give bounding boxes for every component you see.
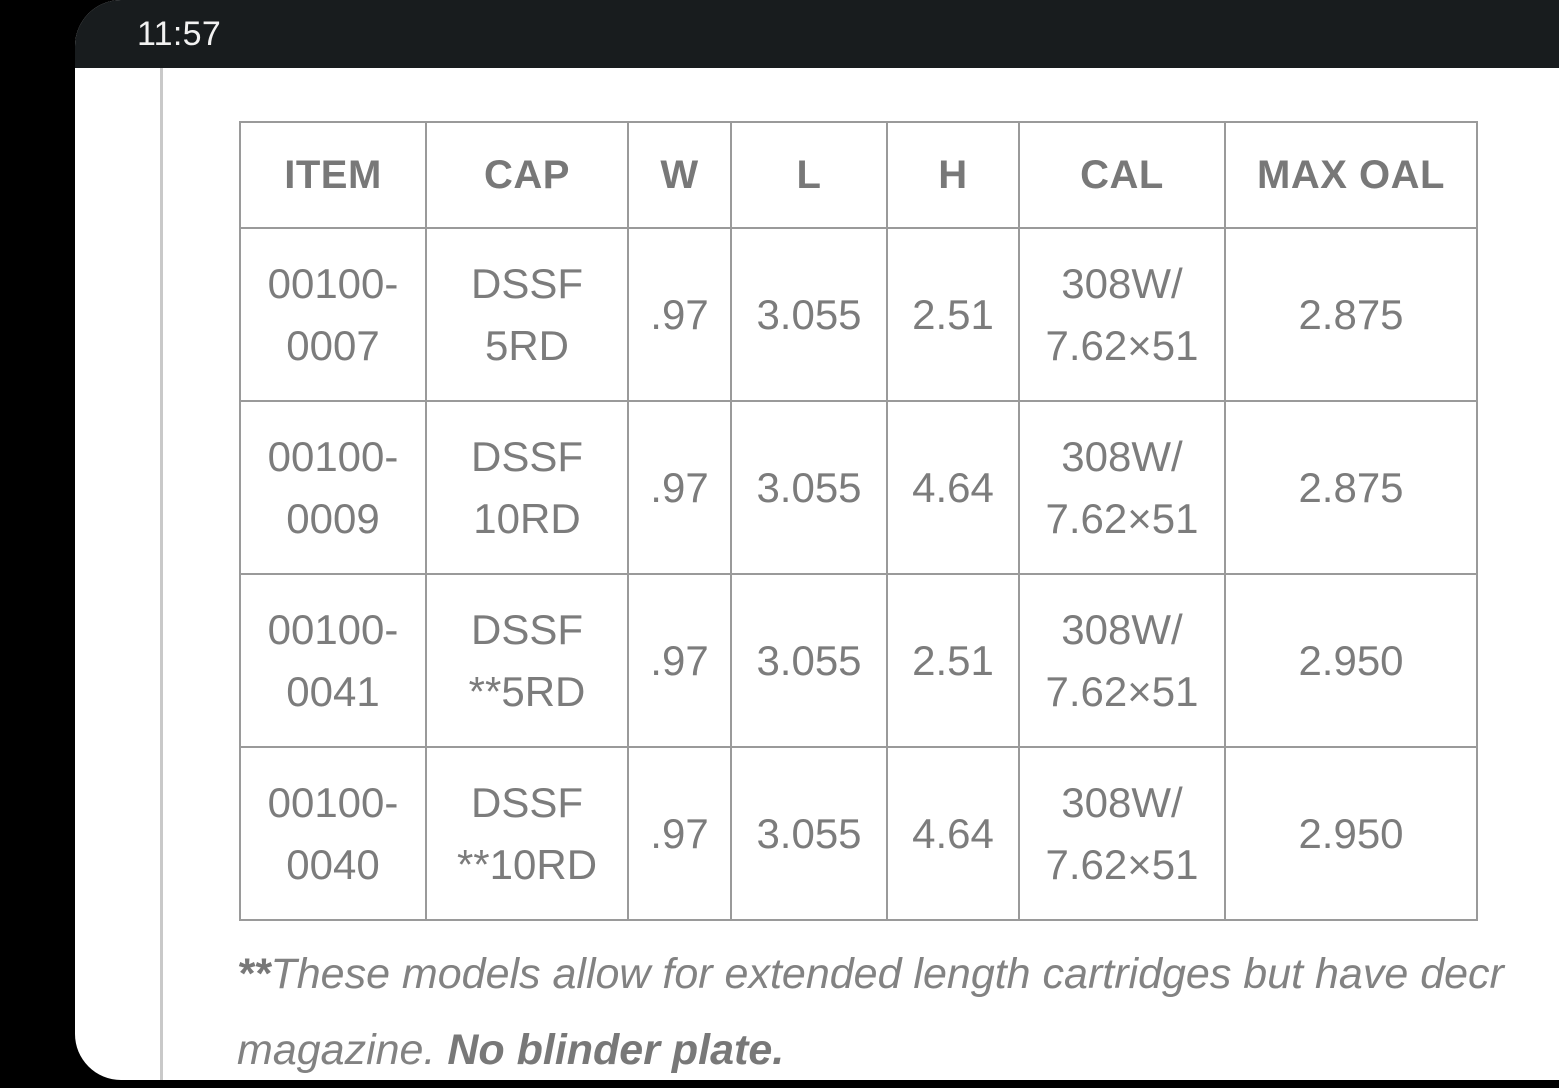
left-gutter-rule	[160, 68, 163, 1080]
cell-cap-line2: 10RD	[473, 494, 581, 542]
cell-h: 4.64	[886, 400, 1020, 575]
cell-item-line1: 00100-	[267, 778, 399, 826]
cell-l: 3.055	[730, 573, 888, 748]
table-row: 00100- 0041 DSSF **5RD .97 3.055 2.51 30…	[239, 573, 1478, 748]
cell-cap: DSSF **5RD	[425, 573, 629, 748]
cell-item-line1: 00100-	[267, 432, 399, 480]
cell-max-oal: 2.875	[1224, 227, 1478, 402]
footnote-line-2: magazine. No blinder plate.	[237, 1012, 1559, 1088]
cell-h: 2.51	[886, 573, 1020, 748]
cell-cal-line2: 7.62×51	[1045, 494, 1199, 542]
cell-max-oal: 2.875	[1224, 400, 1478, 575]
cell-cap-line2: **5RD	[468, 667, 586, 715]
table-row: 00100- 0009 DSSF 10RD .97 3.055 4.64 308…	[239, 400, 1478, 575]
phone-screen: 11:57 ITEM CAP W L H CAL MAX OAL 00100- …	[0, 0, 1559, 1080]
cell-w: .97	[627, 400, 732, 575]
cell-cap-line2: **10RD	[456, 840, 598, 888]
cell-item: 00100- 0040	[239, 746, 427, 921]
cell-cal-line2: 7.62×51	[1045, 667, 1199, 715]
footnote-line-1: **These models allow for extended length…	[237, 936, 1559, 1012]
cell-item-line1: 00100-	[267, 259, 399, 307]
cell-cal: 308W/ 7.62×51	[1018, 746, 1226, 921]
column-header-cal: CAL	[1018, 121, 1226, 229]
table-footnote: **These models allow for extended length…	[237, 936, 1559, 1088]
spec-table-container: ITEM CAP W L H CAL MAX OAL 00100- 0007 D…	[239, 121, 1478, 921]
footnote-line-1-text: These models allow for extended length c…	[270, 950, 1504, 998]
cell-l: 3.055	[730, 746, 888, 921]
cell-item-line2: 0040	[286, 840, 380, 888]
cell-l: 3.055	[730, 400, 888, 575]
cell-cap-line1: DSSF	[470, 778, 583, 826]
footnote-marker: **	[237, 950, 271, 998]
cell-cap-line1: DSSF	[470, 432, 583, 480]
cell-cap: DSSF 10RD	[425, 400, 629, 575]
cell-cal-line1: 308W/	[1061, 432, 1183, 480]
cell-cap-line1: DSSF	[470, 259, 583, 307]
table-row: 00100- 0007 DSSF 5RD .97 3.055 2.51 308W…	[239, 227, 1478, 402]
cell-cap-line2: 5RD	[484, 321, 570, 369]
cell-w: .97	[627, 227, 732, 402]
cell-w: .97	[627, 746, 732, 921]
footnote-line-2-strong: No blinder plate.	[447, 1026, 785, 1074]
cell-item: 00100- 0009	[239, 400, 427, 575]
cell-cal-line1: 308W/	[1061, 605, 1183, 653]
cell-cal-line1: 308W/	[1061, 778, 1183, 826]
cell-l: 3.055	[730, 227, 888, 402]
cell-cap: DSSF **10RD	[425, 746, 629, 921]
footnote-line-2-prefix: magazine.	[237, 1026, 448, 1074]
cell-max-oal: 2.950	[1224, 573, 1478, 748]
status-bar-clock: 11:57	[137, 15, 222, 53]
cell-w: .97	[627, 573, 732, 748]
cell-cal-line1: 308W/	[1061, 259, 1183, 307]
column-header-h: H	[886, 121, 1020, 229]
cell-cap: DSSF 5RD	[425, 227, 629, 402]
cell-cal-line2: 7.62×51	[1045, 321, 1199, 369]
status-bar: 11:57	[75, 0, 1559, 68]
column-header-cap: CAP	[425, 121, 629, 229]
cell-cal: 308W/ 7.62×51	[1018, 400, 1226, 575]
cell-item-line1: 00100-	[267, 605, 399, 653]
cell-cap-line1: DSSF	[470, 605, 583, 653]
cell-item: 00100- 0007	[239, 227, 427, 402]
column-header-item: ITEM	[239, 121, 427, 229]
magazine-specification-table: ITEM CAP W L H CAL MAX OAL 00100- 0007 D…	[239, 121, 1478, 921]
cell-cal-line2: 7.62×51	[1045, 840, 1199, 888]
table-header-row: ITEM CAP W L H CAL MAX OAL	[239, 121, 1478, 229]
column-header-max-oal: MAX OAL	[1224, 121, 1478, 229]
column-header-l: L	[730, 121, 888, 229]
cell-cal: 308W/ 7.62×51	[1018, 573, 1226, 748]
table-row: 00100- 0040 DSSF **10RD .97 3.055 4.64 3…	[239, 746, 1478, 921]
cell-item-line2: 0009	[286, 494, 380, 542]
cell-h: 4.64	[886, 746, 1020, 921]
column-header-w: W	[627, 121, 732, 229]
cell-cal: 308W/ 7.62×51	[1018, 227, 1226, 402]
cell-h: 2.51	[886, 227, 1020, 402]
cell-item: 00100- 0041	[239, 573, 427, 748]
cell-max-oal: 2.950	[1224, 746, 1478, 921]
cell-item-line2: 0041	[286, 667, 380, 715]
cell-item-line2: 0007	[286, 321, 380, 369]
